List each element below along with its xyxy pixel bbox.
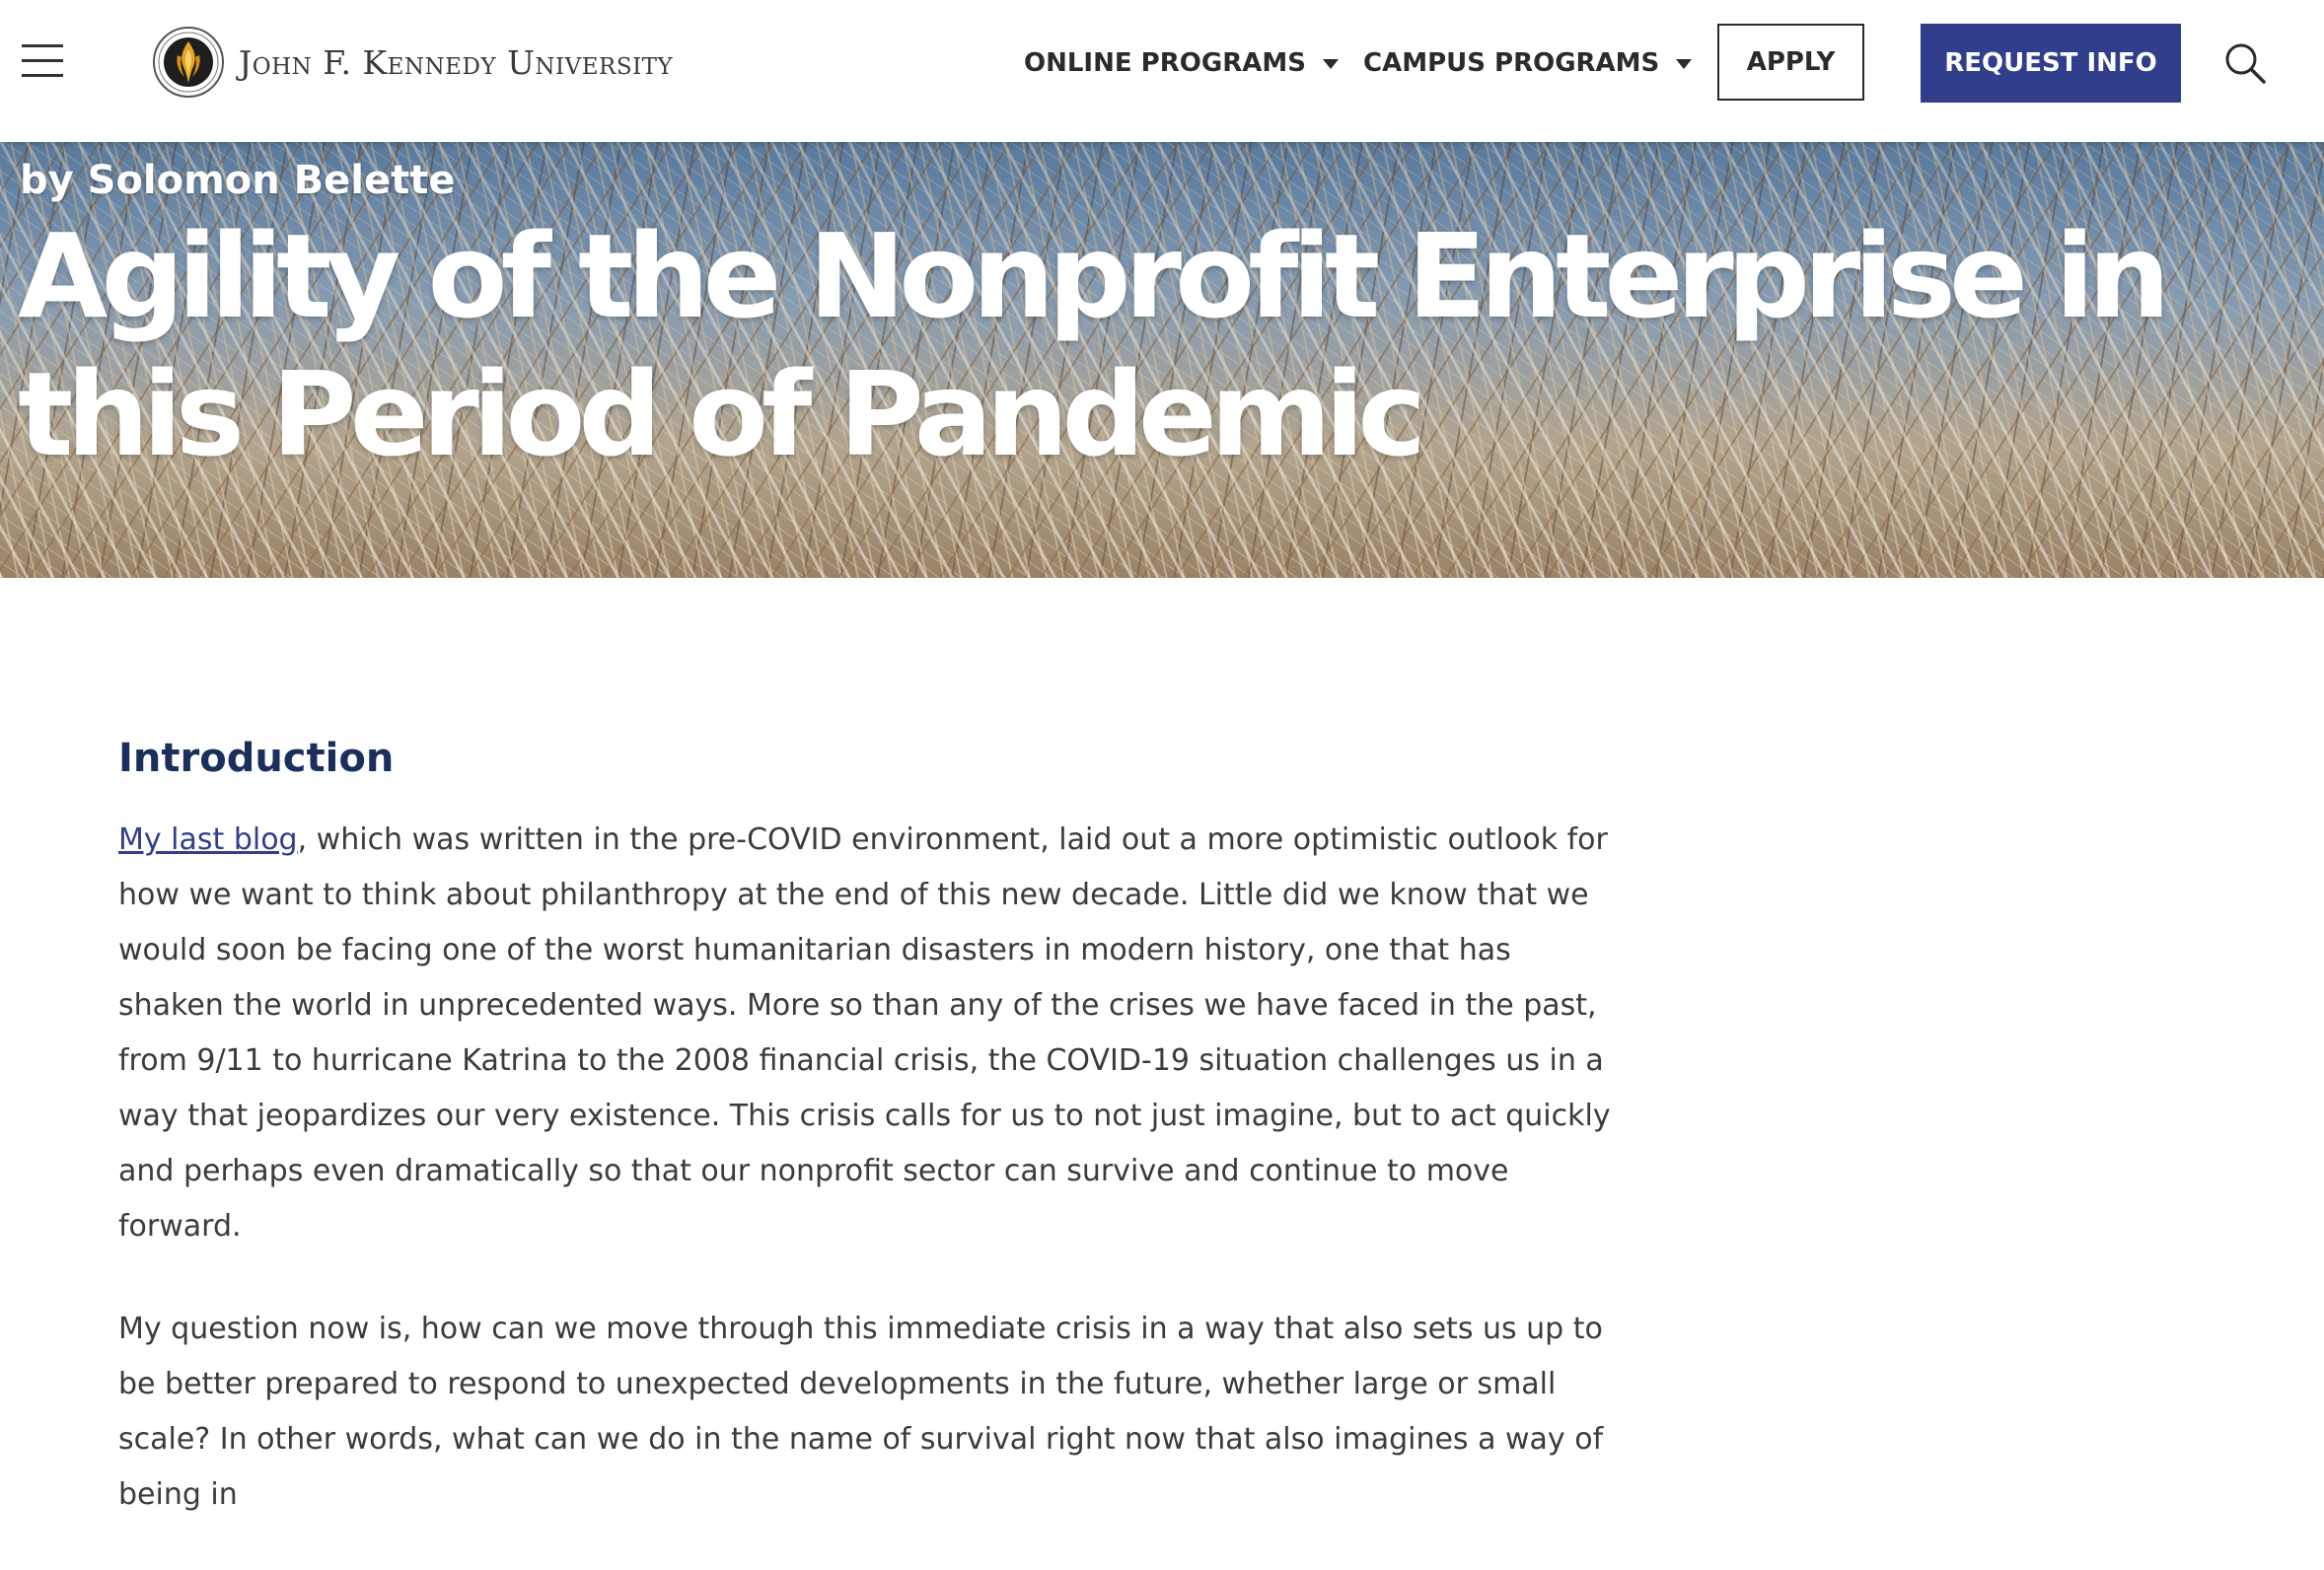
hero-banner: by Solomon Belette Agility of the Nonpro… (0, 142, 2324, 578)
hamburger-menu-icon[interactable] (22, 44, 63, 78)
paragraph-text: My question now is, how can we move thro… (118, 1312, 1604, 1512)
apply-button[interactable]: APPLY (1717, 24, 1864, 101)
caret-down-icon (1676, 58, 1693, 69)
author-byline: by Solomon Belette (20, 158, 456, 203)
university-logo-link[interactable]: John F. Kennedy University (152, 26, 673, 99)
nav-campus-programs[interactable]: CAMPUS PROGRAMS (1363, 41, 1693, 85)
menu-line (22, 74, 63, 77)
site-header: John F. Kennedy University ONLINE PROGRA… (0, 0, 2324, 142)
nav-online-programs[interactable]: ONLINE PROGRAMS (1024, 41, 1339, 85)
university-seal-icon (153, 27, 224, 98)
paragraph-text: , which was written in the pre-COVID env… (118, 822, 1611, 1244)
my-last-blog-link[interactable]: My last blog (118, 822, 298, 857)
article-paragraph: My last blog, which was written in the p… (118, 813, 1618, 1254)
university-name: John F. Kennedy University (239, 42, 674, 82)
nav-online-programs-label: ONLINE PROGRAMS (1024, 48, 1306, 78)
request-info-button[interactable]: REQUEST INFO (1921, 24, 2181, 103)
section-heading-introduction: Introduction (118, 736, 395, 781)
page-title: Agility of the Nonprofit Enterprise in t… (18, 208, 2171, 482)
menu-line (22, 44, 63, 47)
article-paragraph: My question now is, how can we move thro… (118, 1302, 1618, 1523)
article-body: Introduction My last blog, which was wri… (118, 734, 1618, 1570)
search-icon[interactable] (2223, 41, 2267, 85)
nav-campus-programs-label: CAMPUS PROGRAMS (1363, 48, 1660, 78)
menu-line (22, 59, 63, 62)
caret-down-icon (1323, 58, 1339, 69)
